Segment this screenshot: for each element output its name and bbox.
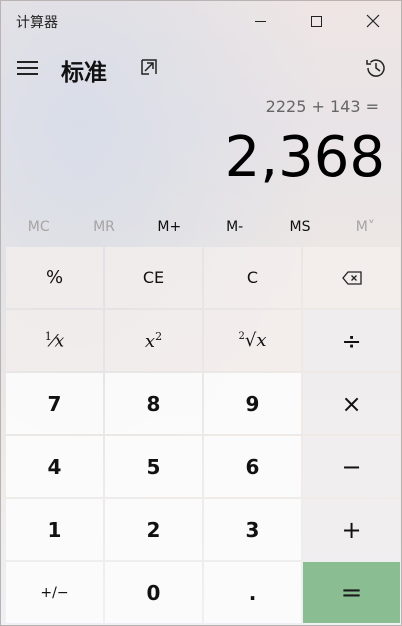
reciprocal-numerator: 1 [44, 329, 52, 343]
keypad: % CE C 1⁄x x2 2√x ÷ 7 8 9 × 4 5 6 − 1 2 … [6, 247, 400, 623]
backspace-icon [341, 270, 362, 285]
square-root-button[interactable]: 2√x [204, 310, 301, 371]
hamburger-icon [16, 61, 38, 63]
digit-1-button[interactable]: 1 [6, 499, 103, 560]
square-base: x [144, 330, 156, 352]
digit-4-button[interactable]: 4 [6, 436, 103, 497]
reciprocal-denominator: x [54, 331, 65, 352]
subtract-button[interactable]: − [303, 436, 400, 497]
hamburger-line [16, 73, 38, 75]
digit-5-button[interactable]: 5 [105, 436, 202, 497]
digit-3-button[interactable]: 3 [204, 499, 301, 560]
clear-button[interactable]: C [204, 247, 301, 308]
memory-recall-button[interactable]: MR [71, 209, 136, 245]
square-root-label: 2√x [238, 330, 266, 351]
multiply-button[interactable]: × [303, 373, 400, 434]
radical-icon: √ [244, 330, 257, 351]
reciprocal-button[interactable]: 1⁄x [6, 310, 103, 371]
add-button[interactable]: + [303, 499, 400, 560]
negate-button[interactable]: +/− [6, 562, 103, 623]
digit-8-button[interactable]: 8 [105, 373, 202, 434]
memory-store-button[interactable]: MS [267, 209, 332, 245]
maximize-icon [310, 15, 322, 27]
app-title: 计算器 [16, 15, 58, 31]
percent-button[interactable]: % [6, 247, 103, 308]
backspace-button[interactable] [303, 247, 400, 308]
minimize-button[interactable] [231, 1, 289, 41]
close-button[interactable] [344, 1, 402, 41]
equals-button[interactable]: = [303, 562, 400, 623]
maximize-button[interactable] [287, 1, 345, 41]
digit-6-button[interactable]: 6 [204, 436, 301, 497]
calculator-window: 计算器 标准 2225 + 143 = 2,368 MC MR M+ M- MS… [0, 0, 402, 626]
mode-title: 标准 [61, 60, 107, 86]
digit-9-button[interactable]: 9 [204, 373, 301, 434]
square-button[interactable]: x2 [105, 310, 202, 371]
keep-on-top-button[interactable] [137, 55, 161, 79]
navigation-menu-button[interactable] [13, 54, 41, 82]
minimize-icon [254, 20, 266, 22]
memory-row: MC MR M+ M- MS M˅ [6, 209, 398, 245]
memory-subtract-button[interactable]: M- [202, 209, 267, 245]
history-icon [366, 59, 385, 77]
reciprocal-label: 1⁄x [44, 329, 65, 352]
digit-2-button[interactable]: 2 [105, 499, 202, 560]
memory-add-button[interactable]: M+ [137, 209, 202, 245]
clear-entry-button[interactable]: CE [105, 247, 202, 308]
digit-0-button[interactable]: 0 [105, 562, 202, 623]
digit-7-button[interactable]: 7 [6, 373, 103, 434]
keep-on-top-icon [141, 59, 157, 75]
root-radicand: x [256, 330, 267, 351]
expression-display: 2225 + 143 = [265, 97, 379, 116]
memory-clear-button[interactable]: MC [6, 209, 71, 245]
memory-list-button[interactable]: M˅ [333, 209, 398, 245]
decimal-button[interactable]: . [204, 562, 301, 623]
square-label: x2 [145, 330, 162, 352]
title-bar[interactable]: 计算器 [1, 1, 401, 41]
result-display: 2,368 [224, 125, 385, 190]
square-exponent: 2 [155, 329, 163, 343]
history-button[interactable] [363, 55, 389, 81]
hamburger-line [16, 67, 38, 69]
divide-button[interactable]: ÷ [303, 310, 400, 371]
close-icon [366, 14, 380, 28]
